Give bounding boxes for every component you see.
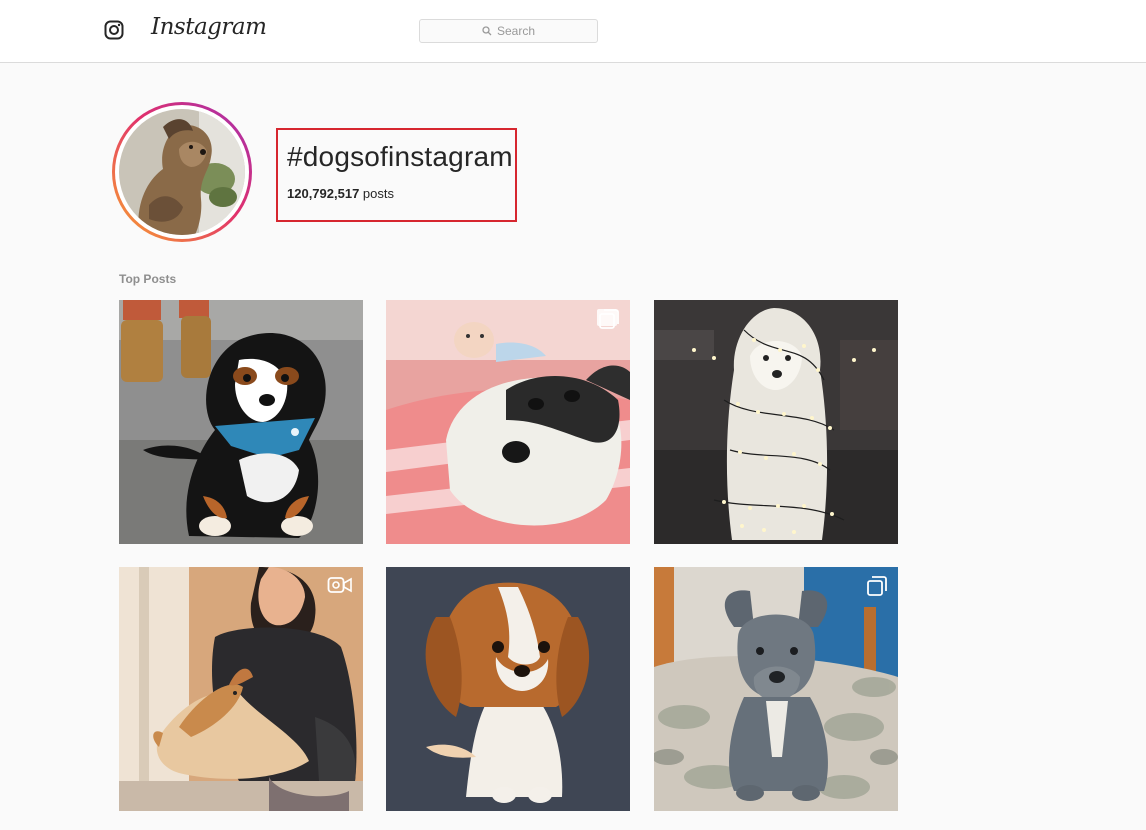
terrier-dog-image <box>119 109 245 235</box>
bernese-puppy-image <box>119 300 363 544</box>
cavalier-puppy-image <box>386 567 630 811</box>
post-tile[interactable] <box>119 300 363 544</box>
instagram-logo-icon[interactable] <box>104 20 124 40</box>
post-tile[interactable] <box>654 567 898 811</box>
search-input[interactable]: Search <box>419 19 598 43</box>
video-icon <box>327 577 352 593</box>
multiple-posts-icon <box>867 576 887 596</box>
post-count-suffix: posts <box>362 186 394 201</box>
top-navigation-bar: Instagram Search <box>0 0 1146 63</box>
instagram-wordmark[interactable]: Instagram <box>151 14 267 40</box>
post-tile[interactable] <box>386 567 630 811</box>
search-placeholder: Search <box>496 24 536 38</box>
grey-pitbull-puppy-image <box>654 567 898 811</box>
post-tile[interactable] <box>119 567 363 811</box>
multiple-posts-icon <box>599 309 619 329</box>
woman-with-shiba-image <box>119 567 363 811</box>
post-count-number: 120,792,517 <box>287 186 360 201</box>
search-icon <box>482 26 492 36</box>
post-tile[interactable] <box>386 300 630 544</box>
baby-and-husky-image <box>386 300 630 544</box>
hashtag-title: #dogsofinstagram <box>287 141 513 172</box>
post-tile[interactable] <box>654 300 898 544</box>
hashtag-avatar[interactable] <box>112 102 252 242</box>
top-posts-label: Top Posts <box>119 272 177 286</box>
post-count: 120,792,517 posts <box>287 186 394 201</box>
white-dog-with-lights-image <box>654 300 898 544</box>
